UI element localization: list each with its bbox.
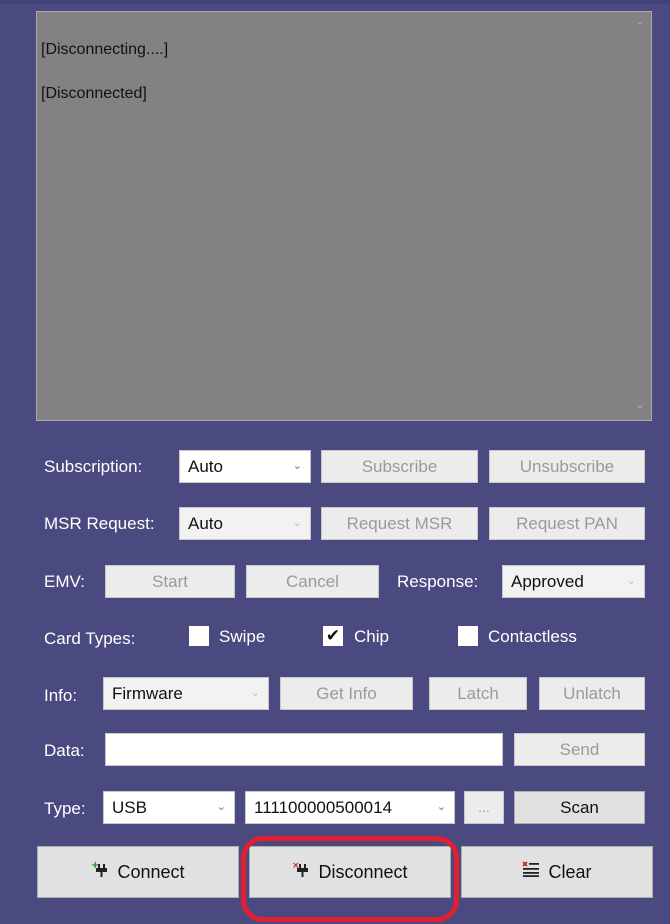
response-value: Approved [511,572,584,591]
info-label: Info: [44,686,78,705]
card-types-label: Card Types: [44,629,136,648]
contactless-label: Contactless [488,627,577,646]
chevron-down-icon: ⌄ [216,801,226,813]
plug-disconnect-icon: × [292,846,310,896]
emv-cancel-button[interactable]: Cancel [246,565,379,598]
response-label: Response: [397,572,479,591]
type-label: Type: [44,799,86,818]
send-button[interactable]: Send [514,733,645,766]
device-select[interactable]: 111100000500014 ⌄ [245,791,455,824]
subscription-select[interactable]: Auto ⌄ [179,450,311,483]
msr-request-select[interactable]: Auto ⌄ [179,507,311,540]
msr-request-value: Auto [188,514,223,533]
emv-start-button[interactable]: Start [105,565,235,598]
scan-button[interactable]: Scan [514,791,645,824]
checkmark-icon: ✔ [325,626,341,645]
response-select[interactable]: Approved ⌄ [502,565,645,598]
type-value: USB [112,798,147,817]
latch-button[interactable]: Latch [429,677,527,710]
swipe-label: Swipe [219,627,266,646]
request-pan-button[interactable]: Request PAN [489,507,645,540]
window-top-strip [0,0,670,4]
connect-button[interactable]: + Connect [37,846,239,898]
chevron-down-icon: ⌄ [250,687,260,699]
clear-button[interactable]: Clear [461,846,653,898]
chevron-down-icon: ⌄ [292,460,302,472]
chip-checkbox[interactable]: ✔ [323,626,343,646]
disconnect-label: Disconnect [318,862,408,882]
browse-button[interactable]: ... [464,791,504,824]
info-value: Firmware [112,684,183,703]
disconnect-button[interactable]: × Disconnect [249,846,451,898]
clear-label: Clear [548,862,592,882]
scroll-up-icon[interactable]: ⌃ [629,16,651,38]
contactless-checkbox[interactable] [458,626,478,646]
get-info-button[interactable]: Get Info [280,677,413,710]
chevron-down-icon: ⌄ [626,575,636,587]
data-input[interactable] [105,733,503,766]
chevron-down-icon: ⌄ [292,517,302,529]
log-text: [Disconnecting....] [Disconnected] [41,17,627,127]
swipe-checkbox[interactable] [189,626,209,646]
connect-label: Connect [117,862,185,882]
device-value: 111100000500014 [254,798,393,817]
subscription-value: Auto [188,457,223,476]
info-select[interactable]: Firmware ⌄ [103,677,269,710]
unsubscribe-button[interactable]: Unsubscribe [489,450,645,483]
subscription-label: Subscription: [44,457,143,476]
chevron-down-icon: ⌄ [436,801,446,813]
clear-list-icon [522,846,540,896]
emv-label: EMV: [44,572,85,591]
log-output[interactable]: [Disconnecting....] [Disconnected] ⌃ ⌄ [36,11,652,421]
unlatch-button[interactable]: Unlatch [539,677,645,710]
log-line: [Disconnected] [41,85,147,102]
chip-label: Chip [354,627,389,646]
data-label: Data: [44,741,85,760]
subscribe-button[interactable]: Subscribe [321,450,478,483]
plug-connect-icon: + [91,846,109,896]
msr-request-label: MSR Request: [44,514,155,533]
scroll-down-icon[interactable]: ⌄ [629,394,651,416]
log-line: [Disconnecting....] [41,41,169,58]
type-select[interactable]: USB ⌄ [103,791,235,824]
request-msr-button[interactable]: Request MSR [321,507,478,540]
log-scrollbar[interactable]: ⌃ ⌄ [629,12,651,420]
